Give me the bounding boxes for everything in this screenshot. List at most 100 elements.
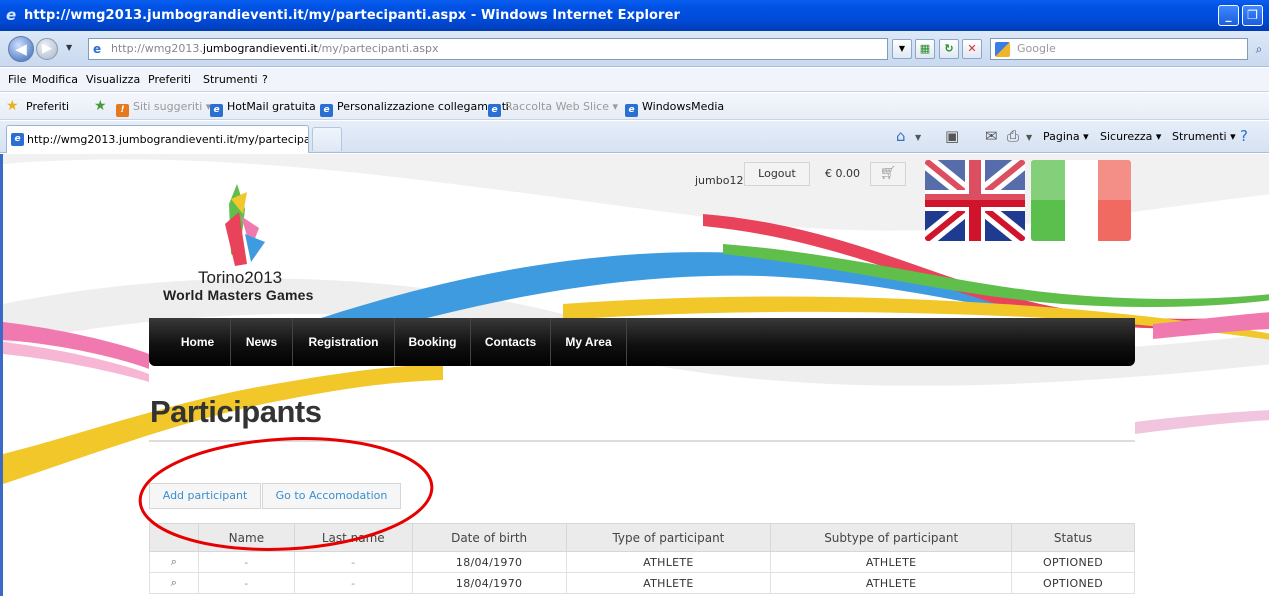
tab-bar: e http://wmg2013.jumbograndieventi.it/my… xyxy=(0,121,1269,153)
tab-current[interactable]: e http://wmg2013.jumbograndieventi.it/my… xyxy=(6,125,309,153)
favorites-bar: ★ Preferiti ★ ! Siti suggeriti ▾ e HotMail… xyxy=(0,93,1269,120)
menu-visualizza[interactable]: Visualizza xyxy=(86,73,140,86)
tab-label: http://wmg2013.jumbograndieventi.it/my/p… xyxy=(27,133,309,146)
cell-status: OPTIONED xyxy=(1011,572,1135,594)
google-logo-icon xyxy=(995,42,1010,57)
feeds-icon[interactable]: ▣ xyxy=(945,127,959,145)
cell-type: ATHLETE xyxy=(565,551,772,573)
fav-link-hotmail[interactable]: e HotMail gratuita xyxy=(210,100,316,117)
home-icon[interactable]: ⌂ xyxy=(896,127,906,145)
safety-menu[interactable]: Sicurezza ▾ xyxy=(1100,130,1161,143)
ie-logo-icon: e xyxy=(6,6,17,24)
cell-date-of-birth: 18/04/1970 xyxy=(411,551,567,573)
favorites-star-icon: ★ xyxy=(6,98,19,114)
cell-name: - xyxy=(197,572,295,594)
menu-bar: File Modifica Visualizza Preferiti Strum… xyxy=(0,68,1269,92)
history-dropdown-icon[interactable]: ▼ xyxy=(66,43,72,52)
mail-icon[interactable]: ✉ xyxy=(985,127,998,145)
cell-last-name: - xyxy=(293,572,413,594)
view-details-icon[interactable]: ⌕ xyxy=(149,572,199,594)
cart-total: € 0.00 xyxy=(825,167,860,180)
brand-subtitle: World Masters Games xyxy=(163,287,314,303)
column-header-type[interactable]: Type of participant xyxy=(565,523,772,552)
fav-label: Raccolta Web Slice ▾ xyxy=(505,100,618,113)
nav-my-area[interactable]: My Area xyxy=(551,318,627,366)
cell-subtype: ATHLETE xyxy=(770,572,1013,594)
column-header xyxy=(149,523,199,552)
back-icon[interactable]: ◀ xyxy=(8,36,34,62)
favorites-button[interactable]: Preferiti xyxy=(26,100,69,113)
add-favorites-icon[interactable]: ★ xyxy=(94,98,107,114)
url-host: jumbograndieventi.it xyxy=(202,42,318,55)
search-placeholder: Google xyxy=(1017,42,1056,55)
column-header-name[interactable]: Name xyxy=(197,523,295,552)
nav-registration[interactable]: Registration xyxy=(293,318,395,366)
page-title: Participants xyxy=(150,394,322,429)
minimize-button[interactable]: _ xyxy=(1218,5,1239,26)
fav-label: WindowsMedia xyxy=(642,100,725,113)
nav-home[interactable]: Home xyxy=(165,318,231,366)
web-page: Torino2013 World Masters Games jumbo12 L… xyxy=(0,154,1269,596)
ie-page-icon: e xyxy=(488,104,501,117)
help-icon[interactable]: ? xyxy=(1240,127,1248,145)
column-header-last-name[interactable]: Last name xyxy=(293,523,413,552)
url-prefix: http://wmg2013. xyxy=(111,42,203,55)
page-menu[interactable]: Pagina ▾ xyxy=(1043,130,1089,143)
refresh-icon[interactable]: ↻ xyxy=(939,39,959,59)
fav-label: Personalizzazione collegamenti xyxy=(337,100,510,113)
nav-news[interactable]: News xyxy=(231,318,293,366)
home-dropdown-icon[interactable]: ▼ xyxy=(915,133,921,142)
tab-page-icon: e xyxy=(11,133,24,146)
english-flag-icon[interactable] xyxy=(925,160,1025,241)
suggested-sites-icon: ! xyxy=(116,104,129,117)
menu-modifica[interactable]: Modifica xyxy=(32,73,78,86)
go-to-accommodation-button[interactable]: Go to Accomodation xyxy=(262,483,401,509)
view-details-icon[interactable]: ⌕ xyxy=(149,551,199,573)
tools-menu[interactable]: Strumenti ▾ xyxy=(1172,130,1236,143)
menu-help[interactable]: ? xyxy=(262,73,268,86)
logout-button[interactable]: Logout xyxy=(744,162,810,186)
search-input[interactable]: Google xyxy=(990,38,1248,60)
address-dropdown-icon[interactable]: ▼ xyxy=(892,39,912,59)
column-header-date-of-birth[interactable]: Date of birth xyxy=(411,523,567,552)
cart-icon[interactable]: 🛒︎ xyxy=(870,162,906,186)
cell-date-of-birth: 18/04/1970 xyxy=(411,572,567,594)
print-dropdown-icon[interactable]: ▼ xyxy=(1026,133,1032,142)
column-header-subtype[interactable]: Subtype of participant xyxy=(770,523,1013,552)
fav-link-personalizzazione[interactable]: e Personalizzazione collegamenti xyxy=(320,100,509,117)
column-header-status[interactable]: Status xyxy=(1011,523,1135,552)
table-row: ⌕ - - 18/04/1970 ATHLETE ATHLETE OPTIONE… xyxy=(149,572,1135,594)
title-divider xyxy=(149,440,1135,442)
italian-flag-icon[interactable] xyxy=(1031,160,1131,241)
search-icon[interactable]: ⌕ xyxy=(1250,39,1268,59)
fav-link-web-slice[interactable]: e Raccolta Web Slice ▾ xyxy=(488,100,618,117)
restore-button[interactable]: ❐ xyxy=(1242,5,1263,26)
cell-last-name: - xyxy=(293,551,413,573)
menu-strumenti[interactable]: Strumenti xyxy=(203,73,258,86)
nav-booking[interactable]: Booking xyxy=(395,318,471,366)
url-path: /my/partecipanti.aspx xyxy=(317,42,439,55)
forward-icon[interactable]: ▶ xyxy=(36,38,58,60)
participants-table: Name Last name Date of birth Type of par… xyxy=(149,523,1135,594)
page-icon: e xyxy=(93,42,102,56)
table-row: ⌕ - - 18/04/1970 ATHLETE ATHLETE OPTIONE… xyxy=(149,551,1135,573)
compatibility-view-icon[interactable]: ▦ xyxy=(915,39,935,59)
menu-preferiti[interactable]: Preferiti xyxy=(148,73,191,86)
new-tab-button[interactable] xyxy=(312,127,342,151)
fav-link-windowsmedia[interactable]: e WindowsMedia xyxy=(625,100,724,117)
ie-page-icon: e xyxy=(625,104,638,117)
add-participant-button[interactable]: Add participant xyxy=(149,483,261,509)
nav-contacts[interactable]: Contacts xyxy=(471,318,551,366)
print-icon[interactable]: ⎙ xyxy=(1007,127,1019,145)
cell-name: - xyxy=(197,551,295,573)
username-label: jumbo12 xyxy=(695,174,744,187)
fav-link-siti-suggeriti[interactable]: ! Siti suggeriti ▾ xyxy=(116,100,211,117)
window-title: http://wmg2013.jumbograndieventi.it/my/p… xyxy=(24,8,680,23)
fav-label: HotMail gratuita xyxy=(227,100,316,113)
menu-file[interactable]: File xyxy=(8,73,26,86)
address-input[interactable]: e http://wmg2013.jumbograndieventi.it/my/… xyxy=(88,38,888,60)
main-navigation: Home News Registration Booking Contacts … xyxy=(149,318,1135,366)
cell-subtype: ATHLETE xyxy=(770,551,1013,573)
fav-label: Siti suggeriti ▾ xyxy=(133,100,212,113)
stop-icon[interactable]: ✕ xyxy=(962,39,982,59)
